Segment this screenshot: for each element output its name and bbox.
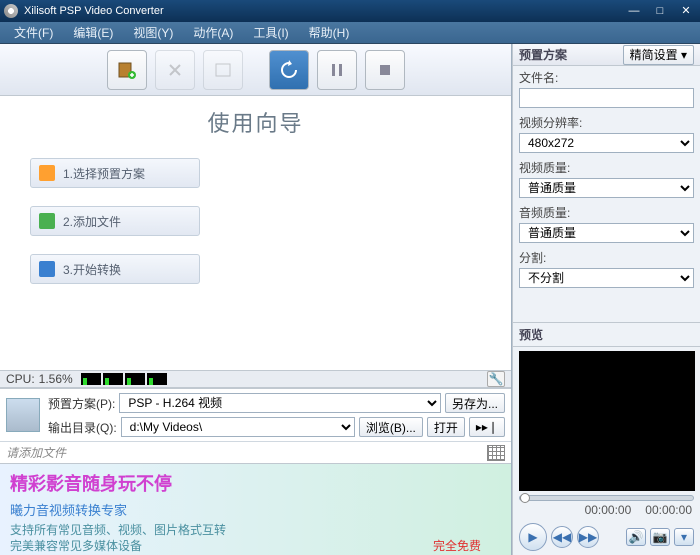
app-logo (4, 4, 18, 18)
speaker-icon: 🔊 (629, 530, 644, 544)
stop-button[interactable] (365, 50, 405, 90)
clip-button[interactable] (203, 50, 243, 90)
preview-time-current: 00:00:00 (585, 503, 632, 517)
menu-action[interactable]: 动作(A) (183, 24, 243, 41)
x-icon (165, 60, 185, 80)
output-label: 输出目录(Q): (48, 419, 117, 436)
remove-button[interactable] (155, 50, 195, 90)
profile-select[interactable]: PSP - H.264 视频 (119, 393, 441, 413)
audio-quality-label: 音频质量: (519, 204, 694, 221)
prev-icon: ◀◀ (553, 530, 571, 544)
preview-prev-button[interactable]: ◀◀ (551, 526, 573, 548)
profile-label: 预置方案(P): (48, 395, 115, 412)
menu-view[interactable]: 视图(Y) (123, 24, 183, 41)
mute-button[interactable]: 🔊 (626, 528, 646, 546)
pause-button[interactable] (317, 50, 357, 90)
banner-headline: 精彩影音随身玩不停 (10, 470, 226, 496)
step-3-start-convert[interactable]: 3.开始转换 (30, 254, 200, 284)
menu-help[interactable]: 帮助(H) (299, 24, 360, 41)
send-to-device-button[interactable]: ▸▸❘ (469, 417, 505, 437)
save-as-button[interactable]: 另存为... (445, 393, 505, 413)
menu-edit[interactable]: 编辑(E) (63, 24, 123, 41)
filename-input[interactable] (519, 88, 694, 108)
video-quality-select[interactable]: 普通质量 (519, 178, 694, 198)
snapshot-button[interactable]: 📷 (650, 528, 670, 546)
snapshot-folder-button[interactable]: ▾ (674, 528, 694, 546)
cpu-value: 1.56% (39, 372, 73, 386)
profile-icon (39, 165, 55, 181)
banner-subtitle: 曦力音视频转换专家 (10, 500, 226, 519)
add-file-hint: 请添加文件 (6, 444, 66, 461)
promo-banner[interactable]: 精彩影音随身玩不停 曦力音视频转换专家 支持所有常见音频、视频、图片格式互转 完… (0, 463, 511, 555)
banner-desc-2: 完美兼容常见多媒体设备 (10, 539, 142, 553)
preview-seek-bar[interactable] (519, 495, 694, 501)
step-2-add-file[interactable]: 2.添加文件 (30, 206, 200, 236)
preview-time-total: 00:00:00 (645, 503, 692, 517)
refresh-icon (279, 60, 299, 80)
filmstrip-plus-icon (117, 60, 137, 80)
minimize-button[interactable]: ― (624, 4, 644, 18)
close-button[interactable]: ✕ (676, 4, 696, 18)
device-arrow-icon: ▸▸❘ (476, 420, 498, 434)
cpu-label: CPU: (6, 372, 35, 386)
banner-desc-1: 支持所有常见音频、视频、图片格式互转 (10, 523, 226, 537)
window-title: Xilisoft PSP Video Converter (24, 5, 624, 17)
step-1-label: 1.选择预置方案 (63, 165, 145, 182)
camera-icon: 📷 (653, 530, 668, 544)
split-select[interactable]: 不分割 (519, 268, 694, 288)
menu-tools[interactable]: 工具(I) (243, 24, 298, 41)
convert-icon (39, 261, 55, 277)
split-label: 分割: (519, 249, 694, 266)
advanced-settings-select[interactable]: 精简设置 ▾ (623, 45, 694, 65)
view-mode-button[interactable] (487, 445, 505, 461)
seek-thumb[interactable] (520, 493, 530, 503)
open-dir-button[interactable]: 打开 (427, 417, 465, 437)
stop-icon (375, 60, 395, 80)
next-icon: ▶▶ (579, 530, 597, 544)
pause-icon (327, 60, 347, 80)
cpu-graph (81, 373, 167, 385)
step-1-select-profile[interactable]: 1.选择预置方案 (30, 158, 200, 188)
step-3-label: 3.开始转换 (63, 261, 121, 278)
play-icon: ▶ (528, 530, 537, 544)
preview-title: 预览 (513, 322, 700, 347)
resolution-label: 视频分辨率: (519, 114, 694, 131)
profile-panel-title: 预置方案 (519, 46, 623, 63)
film-reel-image (190, 262, 481, 352)
filename-label: 文件名: (519, 69, 694, 86)
add-file-button[interactable] (107, 50, 147, 90)
wrench-icon: 🔧 (489, 372, 504, 386)
convert-button[interactable] (269, 50, 309, 90)
preview-next-button[interactable]: ▶▶ (577, 526, 599, 548)
wizard-title: 使用向导 (30, 106, 481, 138)
preview-screen (519, 351, 695, 491)
maximize-button[interactable]: □ (650, 4, 670, 18)
output-dir-select[interactable]: d:\My Videos\ (121, 417, 355, 437)
audio-quality-select[interactable]: 普通质量 (519, 223, 694, 243)
step-2-label: 2.添加文件 (63, 213, 121, 230)
banner-free-label: 完全免费 (433, 537, 481, 554)
video-quality-label: 视频质量: (519, 159, 694, 176)
menu-file[interactable]: 文件(F) (4, 24, 63, 41)
add-icon (39, 213, 55, 229)
preview-play-button[interactable]: ▶ (519, 523, 547, 551)
settings-wrench-button[interactable]: 🔧 (487, 371, 505, 387)
folder-icon: ▾ (681, 530, 687, 544)
filmstrip-icon (213, 60, 233, 80)
browse-button[interactable]: 浏览(B)... (359, 417, 423, 437)
profile-thumbnail (6, 398, 40, 432)
resolution-select[interactable]: 480x272 (519, 133, 694, 153)
